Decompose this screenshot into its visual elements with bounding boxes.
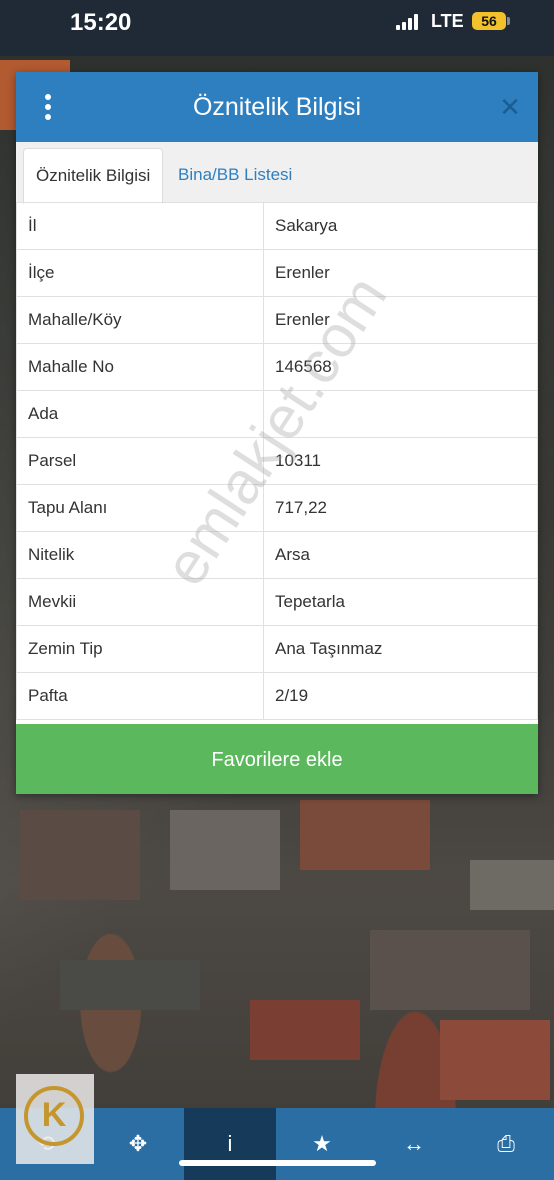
measure-icon[interactable]: ↔ [368, 1108, 460, 1180]
table-row: Zemin Tip Ana Taşınmaz [16, 625, 538, 673]
row-key: Parsel [16, 437, 264, 485]
close-icon[interactable]: ✕ [498, 94, 522, 120]
map-building [300, 800, 430, 870]
table-row: Tapu Alanı 717,22 [16, 484, 538, 532]
dialog-header: Öznitelik Bilgisi ✕ [16, 72, 538, 142]
row-key: Nitelik [16, 531, 264, 579]
row-key: Zemin Tip [16, 625, 264, 673]
attribute-table: İl Sakarya İlçe Erenler Mahalle/Köy Erenler… [16, 202, 538, 720]
map-building [20, 810, 140, 900]
info-icon[interactable]: i [184, 1108, 276, 1180]
signal-icon [396, 14, 420, 30]
table-row: İlçe Erenler [16, 249, 538, 297]
row-value [263, 390, 538, 438]
tab-building-list[interactable]: Bina/BB Listesi [166, 148, 304, 202]
logo-emblem: K [24, 1086, 84, 1146]
print-icon[interactable]: ⎙ [460, 1108, 552, 1180]
row-value: Ana Taşınmaz [263, 625, 538, 673]
map-building [170, 810, 280, 890]
row-value: Erenler [263, 296, 538, 344]
row-key: Mahalle No [16, 343, 264, 391]
map-building [250, 1000, 360, 1060]
table-row: Ada [16, 390, 538, 438]
attribute-dialog: Öznitelik Bilgisi ✕ Öznitelik Bilgisi Bi… [16, 72, 538, 794]
row-value: 2/19 [263, 672, 538, 720]
table-row: İl Sakarya [16, 202, 538, 250]
row-key: İlçe [16, 249, 264, 297]
move-icon[interactable]: ✥ [92, 1108, 184, 1180]
map-building [370, 930, 530, 1010]
row-value: Sakarya [263, 202, 538, 250]
row-value: Tepetarla [263, 578, 538, 626]
row-value: 717,22 [263, 484, 538, 532]
table-row: Mahalle No 146568 [16, 343, 538, 391]
tab-bar: Öznitelik Bilgisi Bina/BB Listesi [16, 142, 538, 204]
row-value: 10311 [263, 437, 538, 485]
network-label: LTE [431, 11, 464, 31]
vertical-dots-icon[interactable] [42, 94, 54, 120]
battery-tip [507, 17, 510, 25]
table-row: Mevkii Tepetarla [16, 578, 538, 626]
table-row: Mahalle/Köy Erenler [16, 296, 538, 344]
status-time: 15:20 [70, 9, 132, 36]
row-value: 146568 [263, 343, 538, 391]
battery-icon: 56 [472, 12, 506, 30]
watermark-logo: K [16, 1074, 94, 1164]
row-key: Mevkii [16, 578, 264, 626]
table-row: Nitelik Arsa [16, 531, 538, 579]
row-key: Tapu Alanı [16, 484, 264, 532]
add-favorite-button[interactable]: Favorilere ekle [16, 724, 538, 794]
table-row: Parsel 10311 [16, 437, 538, 485]
home-indicator[interactable] [179, 1160, 376, 1166]
row-key: Mahalle/Köy [16, 296, 264, 344]
row-key: Pafta [16, 672, 264, 720]
tab-attribute-info[interactable]: Öznitelik Bilgisi [23, 148, 164, 204]
map-building [440, 1020, 550, 1100]
row-key: İl [16, 202, 264, 250]
star-icon[interactable]: ★ [276, 1108, 368, 1180]
dialog-title: Öznitelik Bilgisi [192, 93, 362, 121]
row-value: Arsa [263, 531, 538, 579]
map-building [60, 960, 200, 1010]
status-bar: 15:20 LTE 56 [0, 0, 554, 56]
map-road [470, 860, 554, 910]
row-value: Erenler [263, 249, 538, 297]
table-row: Pafta 2/19 [16, 672, 538, 720]
row-key: Ada [16, 390, 264, 438]
